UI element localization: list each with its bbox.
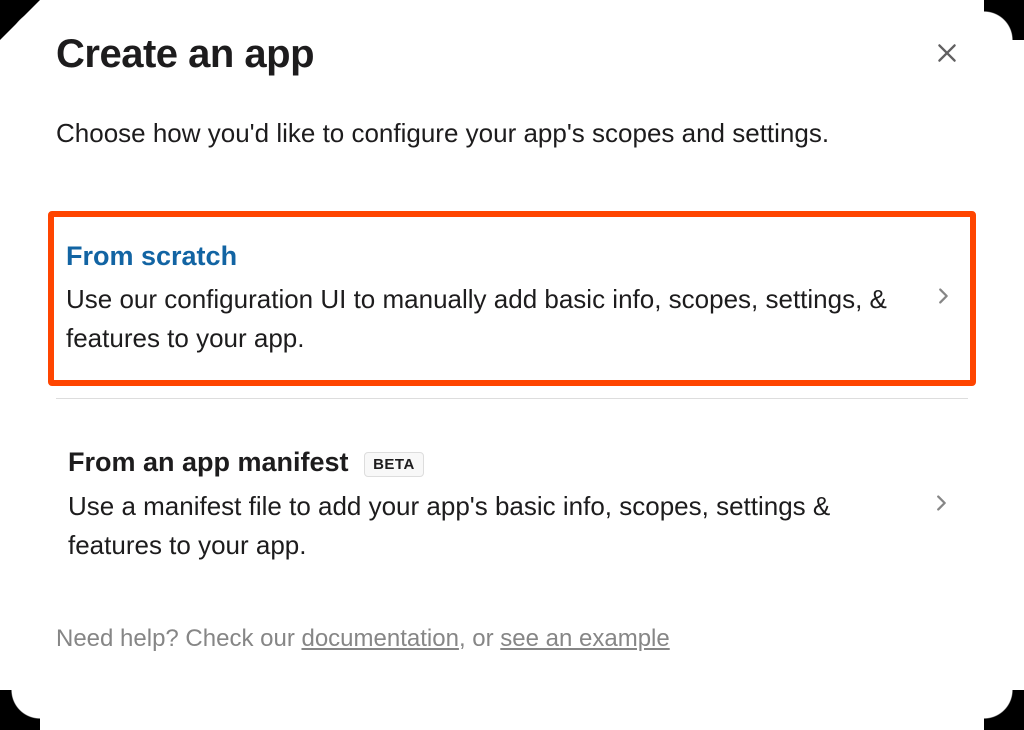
modal-title: Create an app — [56, 32, 314, 77]
help-text: Need help? Check our documentation, or s… — [56, 621, 968, 657]
option-content: From scratch Use our configuration UI to… — [66, 239, 932, 358]
option-content: From an app manifest BETA Use a manifest… — [68, 445, 930, 564]
option-title-text: From an app manifest — [68, 447, 349, 477]
chevron-right-icon — [932, 285, 954, 312]
chevron-right-icon — [930, 492, 952, 519]
close-icon — [934, 40, 960, 69]
option-description: Use our configuration UI to manually add… — [66, 280, 912, 358]
modal-header: Create an app — [56, 32, 968, 77]
option-description: Use a manifest file to add your app's ba… — [68, 487, 910, 565]
close-button[interactable] — [926, 32, 968, 77]
documentation-link[interactable]: documentation — [301, 625, 458, 652]
option-from-manifest[interactable]: From an app manifest BETA Use a manifest… — [56, 427, 968, 582]
help-prefix: Need help? Check our — [56, 625, 301, 652]
option-title: From an app manifest BETA — [68, 445, 910, 480]
beta-badge: BETA — [364, 452, 424, 478]
create-app-modal: Create an app Choose how you'd like to c… — [0, 0, 1024, 657]
modal-subtitle: Choose how you'd like to configure your … — [56, 115, 968, 151]
option-title: From scratch — [66, 239, 912, 274]
see-example-link[interactable]: see an example — [500, 625, 669, 652]
divider — [56, 398, 968, 399]
option-from-scratch[interactable]: From scratch Use our configuration UI to… — [48, 211, 976, 386]
help-middle: , or — [459, 625, 500, 652]
